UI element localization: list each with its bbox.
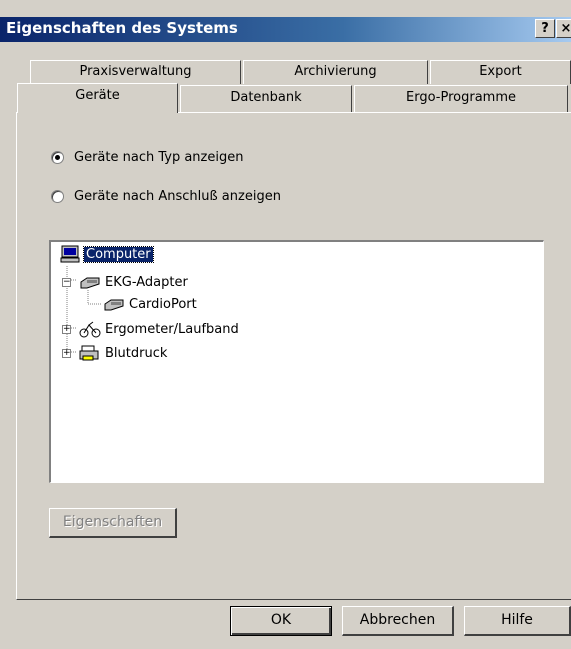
radio-button[interactable] <box>51 190 64 203</box>
tab-label: Archivierung <box>294 64 377 79</box>
ok-button[interactable]: OK <box>230 606 332 636</box>
radio-by-connection[interactable]: Geräte nach Anschluß anzeigen <box>51 189 281 204</box>
tab-praxisverwaltung[interactable]: Praxisverwaltung <box>30 60 241 84</box>
tab-label: Praxisverwaltung <box>79 64 192 79</box>
tree-item-ekg-adapter[interactable]: − EKG-Adapter <box>62 275 188 290</box>
tab-datenbank[interactable]: Datenbank <box>180 85 352 113</box>
radio-button[interactable] <box>51 151 64 164</box>
tab-geraete[interactable]: Geräte <box>17 83 178 113</box>
tree-item-blutdruck[interactable]: + Blutdruck <box>62 344 167 362</box>
tab-ergo-programme[interactable]: Ergo-Programme <box>354 85 568 113</box>
close-button[interactable]: × <box>556 19 571 38</box>
tree-item-ergometer[interactable]: + Ergometer/Laufband <box>62 320 239 338</box>
title-bar: Eigenschaften des Systems ? × <box>0 0 571 42</box>
tree-item-computer[interactable]: Computer <box>60 245 154 263</box>
tree-item-label: Ergometer/Laufband <box>105 321 239 337</box>
tree-item-label: CardioPort <box>129 297 197 312</box>
help-dialog-button[interactable]: Hilfe <box>464 606 571 636</box>
help-button[interactable]: ? <box>535 19 555 38</box>
collapse-toggle[interactable]: − <box>62 278 71 287</box>
printer-icon <box>79 345 99 361</box>
tree-item-label: Computer <box>83 245 154 263</box>
properties-button[interactable]: Eigenschaften <box>49 508 177 538</box>
window-title: Eigenschaften des Systems <box>6 19 238 37</box>
tab-archivierung[interactable]: Archivierung <box>243 60 428 84</box>
device-tree[interactable]: Computer − EKG-Adapter CardioPort + Ergo… <box>49 240 544 483</box>
radio-by-type[interactable]: Geräte nach Typ anzeigen <box>51 150 243 165</box>
tree-item-label: Blutdruck <box>105 345 168 361</box>
radio-dot <box>55 155 60 160</box>
tab-label: Datenbank <box>230 90 302 105</box>
tree-item-cardioport[interactable]: CardioPort <box>103 297 197 312</box>
tab-label: Ergo-Programme <box>406 90 516 105</box>
tab-label: Export <box>479 64 522 79</box>
tree-item-label: EKG-Adapter <box>105 275 188 290</box>
adapter-icon <box>80 277 100 288</box>
radio-label: Geräte nach Anschluß anzeigen <box>74 189 281 204</box>
ergometer-icon <box>79 321 101 338</box>
computer-icon <box>60 245 80 263</box>
adapter-icon <box>104 299 124 310</box>
expand-toggle[interactable]: + <box>62 324 71 334</box>
tab-label: Geräte <box>75 88 120 103</box>
tab-export[interactable]: Export <box>430 60 571 84</box>
radio-label: Geräte nach Typ anzeigen <box>74 150 244 165</box>
cancel-button[interactable]: Abbrechen <box>342 606 454 636</box>
expand-toggle[interactable]: + <box>62 348 71 358</box>
